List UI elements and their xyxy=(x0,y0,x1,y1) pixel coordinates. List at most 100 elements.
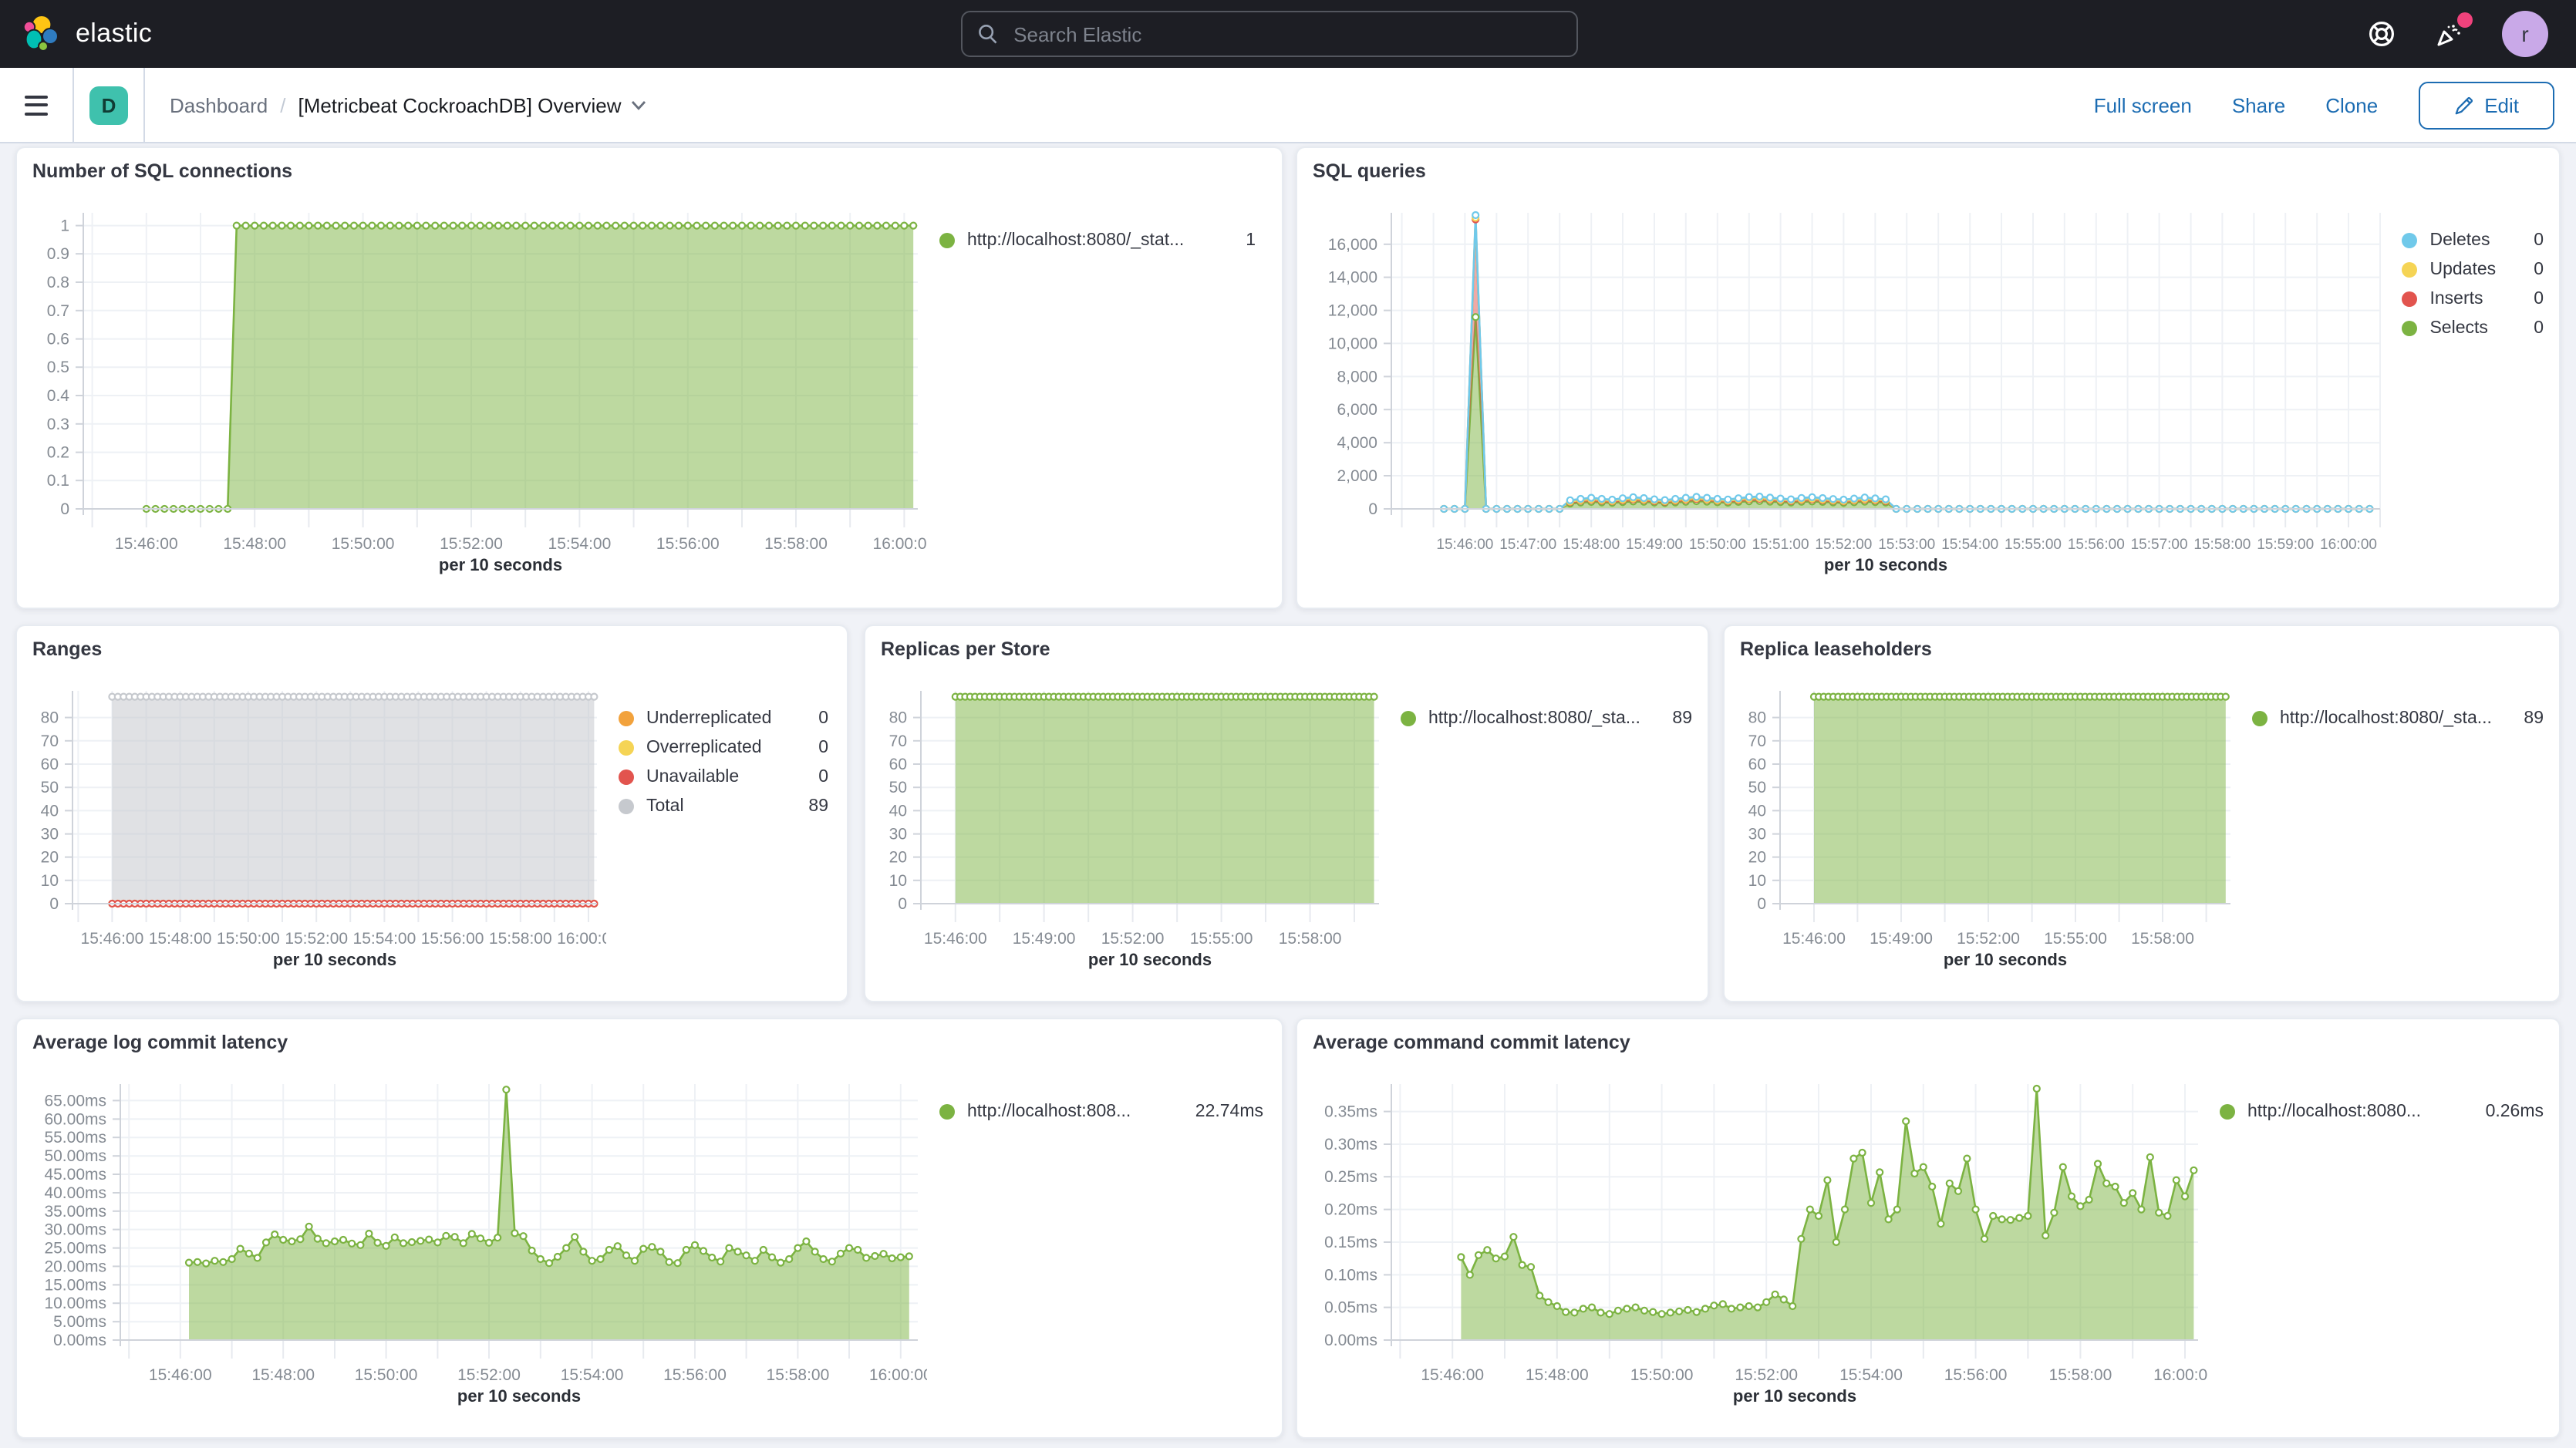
legend-item[interactable]: Underreplicated0 xyxy=(619,709,828,728)
global-search[interactable] xyxy=(961,11,1578,57)
svg-text:15:56:00: 15:56:00 xyxy=(1944,1366,2008,1384)
panel-title[interactable]: Number of SQL connections xyxy=(32,160,1266,182)
svg-text:30: 30 xyxy=(41,826,59,844)
chart-plot: 0102030405060708015:46:0015:48:0015:50:0… xyxy=(32,675,606,978)
svg-text:45.00ms: 45.00ms xyxy=(44,1166,106,1184)
svg-text:60: 60 xyxy=(889,756,907,773)
svg-text:15:58:00: 15:58:00 xyxy=(2193,537,2251,553)
svg-text:16:00:00: 16:00:00 xyxy=(557,930,606,948)
menu-button[interactable] xyxy=(0,68,74,142)
svg-text:per 10 seconds: per 10 seconds xyxy=(273,950,396,969)
breadcrumb-dashboard[interactable]: Dashboard xyxy=(170,93,268,116)
svg-text:20: 20 xyxy=(889,849,907,867)
header-actions: r xyxy=(2366,0,2576,68)
svg-text:16:00:00: 16:00:00 xyxy=(2320,537,2377,553)
legend-label: Total xyxy=(646,797,684,816)
legend-value: 0 xyxy=(2521,290,2544,308)
svg-text:per 10 seconds: per 10 seconds xyxy=(1824,555,1947,574)
panel-title[interactable]: Average log commit latency xyxy=(32,1032,1266,1053)
svg-text:15:56:00: 15:56:00 xyxy=(663,1366,727,1384)
svg-text:15:46:00: 15:46:00 xyxy=(115,535,178,553)
svg-text:50.00ms: 50.00ms xyxy=(44,1147,106,1165)
legend-item[interactable]: Updates0 xyxy=(2402,261,2544,279)
svg-text:50: 50 xyxy=(889,779,907,796)
svg-text:16:00:00: 16:00:00 xyxy=(2153,1366,2207,1384)
svg-text:0.05ms: 0.05ms xyxy=(1324,1299,1377,1317)
svg-text:per 10 seconds: per 10 seconds xyxy=(1733,1386,1856,1406)
chart-sql-connections[interactable]: 00.10.20.30.40.50.60.70.80.9115:46:0015:… xyxy=(32,197,927,583)
legend-item[interactable]: http://localhost:808...22.74ms xyxy=(939,1103,1263,1121)
svg-text:15:58:00: 15:58:00 xyxy=(1279,930,1342,948)
newsfeed-button[interactable] xyxy=(2434,19,2465,49)
panel-title[interactable]: Ranges xyxy=(32,638,831,660)
edit-button[interactable]: Edit xyxy=(2418,81,2554,129)
help-button[interactable] xyxy=(2366,19,2397,49)
chart-legend: http://localhost:808...22.74ms xyxy=(939,1069,1263,1414)
panel-title[interactable]: Replica leaseholders xyxy=(1740,638,2544,660)
legend-item[interactable]: Inserts0 xyxy=(2402,290,2544,308)
svg-text:15:50:00: 15:50:00 xyxy=(1689,537,1746,553)
legend-dot xyxy=(619,740,634,756)
svg-text:15:52:00: 15:52:00 xyxy=(1957,930,2020,948)
svg-text:0: 0 xyxy=(1757,895,1766,913)
user-avatar[interactable]: r xyxy=(2502,11,2548,57)
svg-text:0.2: 0.2 xyxy=(47,444,69,462)
chart-plot: 0102030405060708015:46:0015:49:0015:52:0… xyxy=(881,675,1388,978)
chart-ranges[interactable]: 0102030405060708015:46:0015:48:0015:50:0… xyxy=(32,675,606,978)
svg-text:0.35ms: 0.35ms xyxy=(1324,1103,1377,1121)
svg-text:20: 20 xyxy=(1748,849,1766,867)
svg-text:5.00ms: 5.00ms xyxy=(53,1313,106,1331)
legend-item[interactable]: Deletes0 xyxy=(2402,231,2544,250)
legend-value: 0 xyxy=(2521,231,2544,250)
svg-text:0.9: 0.9 xyxy=(47,245,69,263)
legend-label: http://localhost:808... xyxy=(967,1103,1131,1121)
svg-text:0.15ms: 0.15ms xyxy=(1324,1234,1377,1251)
elastic-logo[interactable]: elastic xyxy=(0,14,152,54)
legend-item[interactable]: Unavailable0 xyxy=(619,768,828,786)
full-screen-button[interactable]: Full screen xyxy=(2094,93,2192,116)
legend-item[interactable]: Selects0 xyxy=(2402,319,2544,338)
svg-text:0.6: 0.6 xyxy=(47,331,69,349)
legend-item[interactable]: Total89 xyxy=(619,797,828,816)
legend-item[interactable]: http://localhost:8080/_sta...89 xyxy=(2252,709,2544,728)
brand-text: elastic xyxy=(76,19,152,49)
chart-sql-queries[interactable]: 02,0004,0006,0008,00010,00012,00014,0001… xyxy=(1313,197,2389,583)
chart-avg-log-commit-latency[interactable]: 0.00ms5.00ms10.00ms15.00ms20.00ms25.00ms… xyxy=(32,1069,927,1414)
legend-value: 0 xyxy=(2521,261,2544,279)
svg-text:0.4: 0.4 xyxy=(47,387,70,405)
panel-title[interactable]: Average command commit latency xyxy=(1313,1032,2544,1053)
page-title[interactable]: [Metricbeat CockroachDB] Overview xyxy=(298,93,646,116)
clone-button[interactable]: Clone xyxy=(2325,93,2378,116)
svg-text:15:55:00: 15:55:00 xyxy=(2044,930,2107,948)
avatar-initial: r xyxy=(2521,22,2528,46)
legend-item[interactable]: http://localhost:8080/_sta...89 xyxy=(1401,709,1692,728)
panel-title[interactable]: Replicas per Store xyxy=(881,638,1692,660)
svg-text:40: 40 xyxy=(41,802,59,820)
legend-item[interactable]: Overreplicated0 xyxy=(619,739,828,757)
panel-title[interactable]: SQL queries xyxy=(1313,160,2544,182)
svg-text:15:56:00: 15:56:00 xyxy=(656,535,720,553)
chart-avg-command-commit-latency[interactable]: 0.00ms0.05ms0.10ms0.15ms0.20ms0.25ms0.30… xyxy=(1313,1069,2207,1414)
svg-text:15:48:00: 15:48:00 xyxy=(1526,1366,1589,1384)
chart-replica-leaseholders[interactable]: 0102030405060708015:46:0015:49:0015:52:0… xyxy=(1740,675,2240,978)
share-button[interactable]: Share xyxy=(2232,93,2285,116)
svg-text:80: 80 xyxy=(889,709,907,727)
svg-text:16:00:00: 16:00:00 xyxy=(873,535,927,553)
svg-text:0: 0 xyxy=(898,895,907,913)
svg-text:0: 0 xyxy=(60,500,69,518)
legend-item[interactable]: http://localhost:8080...0.26ms xyxy=(2220,1103,2544,1121)
panel-ranges: Ranges 0102030405060708015:46:0015:48:00… xyxy=(15,625,848,1002)
legend-dot xyxy=(939,1104,955,1120)
search-input[interactable] xyxy=(1010,21,1561,47)
notification-dot xyxy=(2457,12,2473,28)
svg-text:15:54:00: 15:54:00 xyxy=(353,930,416,948)
legend-dot xyxy=(2402,233,2417,248)
svg-text:30: 30 xyxy=(1748,826,1766,844)
legend-item[interactable]: http://localhost:8080/_stat...1 xyxy=(939,231,1256,250)
svg-text:10: 10 xyxy=(1748,872,1766,890)
svg-text:15:48:00: 15:48:00 xyxy=(1563,537,1620,553)
chart-replicas-per-store[interactable]: 0102030405060708015:46:0015:49:0015:52:0… xyxy=(881,675,1388,978)
svg-text:0.25ms: 0.25ms xyxy=(1324,1168,1377,1186)
space-selector[interactable]: D xyxy=(74,68,145,142)
legend-value: 0 xyxy=(806,768,828,786)
